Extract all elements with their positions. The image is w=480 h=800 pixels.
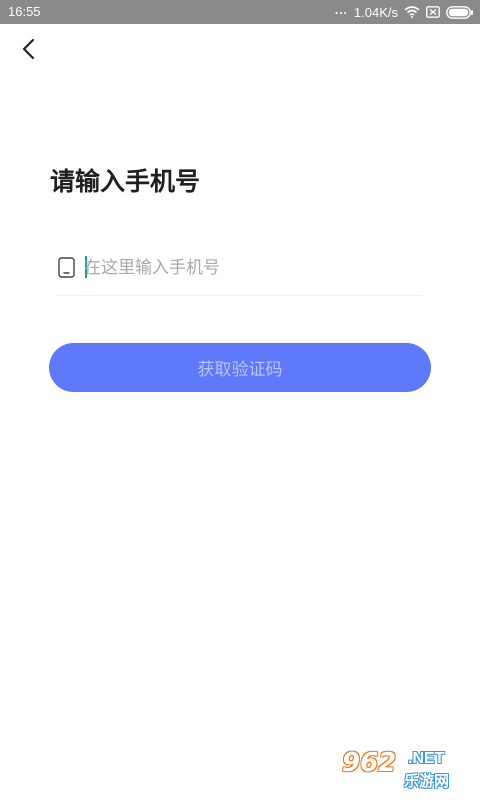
status-dots: ...: [334, 3, 348, 17]
status-right: ... 1.04K/s: [335, 3, 474, 21]
sim-icon: [426, 6, 440, 18]
battery-icon: [446, 5, 474, 19]
get-code-button[interactable]: 获取验证码: [49, 343, 431, 392]
page-title: 请输入手机号: [50, 167, 201, 196]
watermark-text: 乐游网: [404, 772, 450, 790]
network-speed: 1.04K/s: [353, 4, 398, 20]
watermark-number: 962: [342, 748, 397, 778]
wifi-icon: [404, 6, 420, 18]
phone-icon: [58, 257, 76, 283]
phone-input-row: [56, 248, 422, 296]
status-time: 16:55: [8, 4, 41, 19]
watermark-logo: 962 .NET 乐游网: [342, 748, 474, 792]
status-bar: 16:55 ... 1.04K/s: [0, 0, 480, 24]
back-button[interactable]: [14, 36, 44, 66]
watermark-net: .NET: [408, 750, 445, 767]
phone-number-input[interactable]: [84, 252, 414, 284]
chevron-left-icon: [21, 38, 37, 64]
